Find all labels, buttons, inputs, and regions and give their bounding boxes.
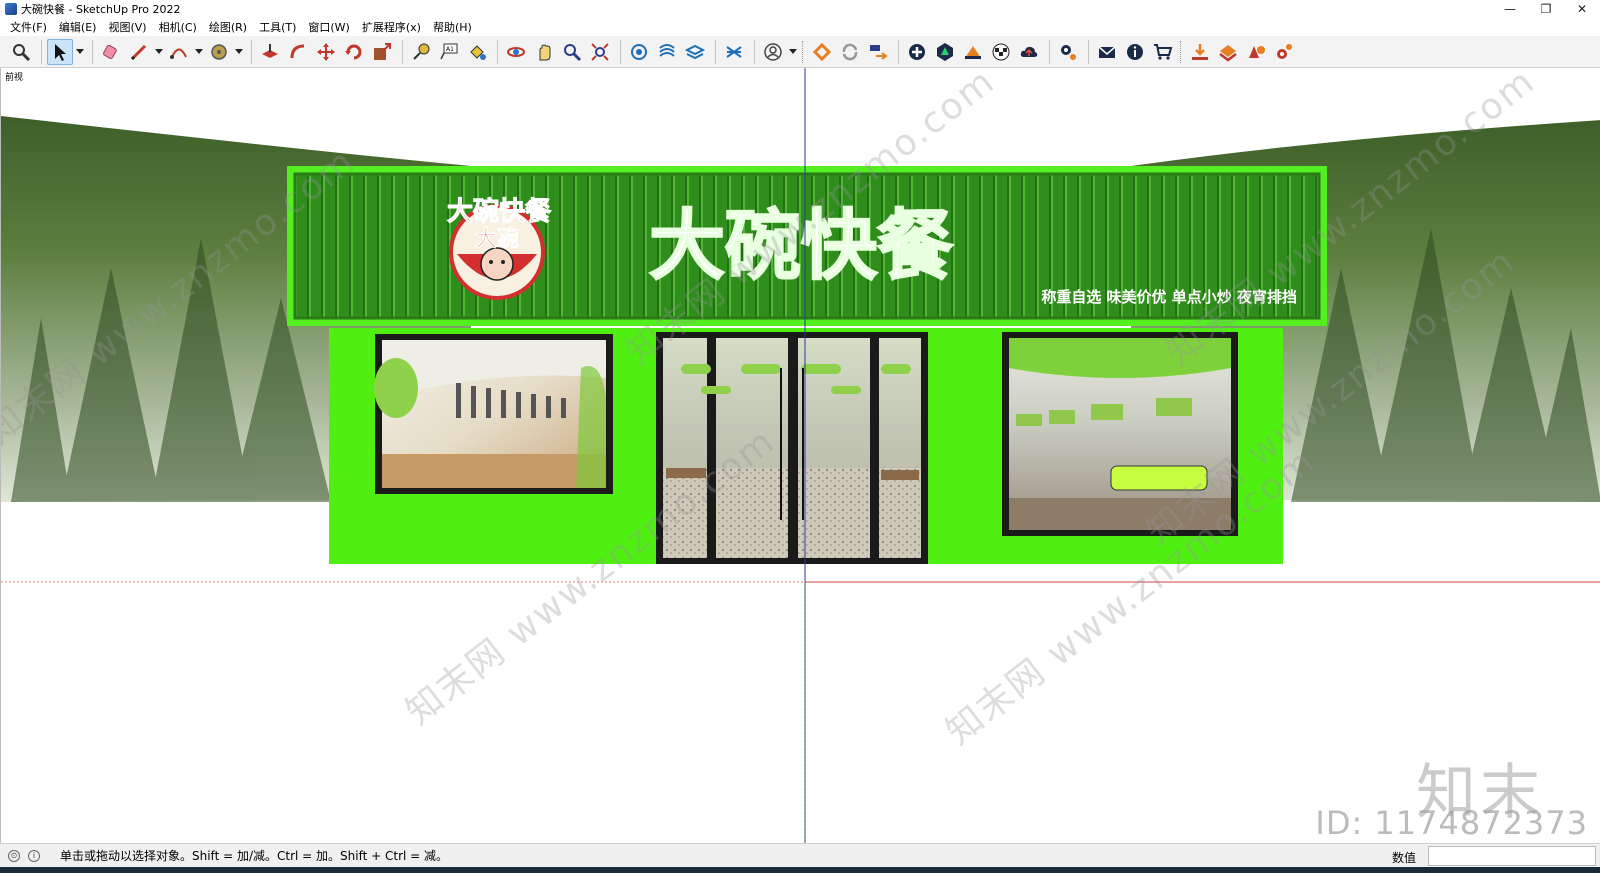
move-icon[interactable] bbox=[313, 39, 339, 65]
sketchup-app-icon bbox=[5, 3, 17, 15]
model-viewport[interactable]: 大碗 大碗快餐 大碗快餐 称重自选 味美价优 单点小炒 夜宵排挡 前视 知末网 … bbox=[0, 68, 1600, 843]
restore-button[interactable]: ❐ bbox=[1528, 0, 1564, 18]
menu-file[interactable]: 文件(F) bbox=[4, 19, 53, 35]
toolbar-grip bbox=[1180, 40, 1183, 63]
credits-icon[interactable]: i bbox=[28, 849, 40, 862]
upload-icon[interactable] bbox=[1215, 39, 1241, 65]
svg-text:A1: A1 bbox=[446, 46, 454, 53]
cloud-icon[interactable] bbox=[1016, 39, 1042, 65]
arc-dropdown-arrow[interactable] bbox=[194, 39, 204, 65]
toolbar-separator bbox=[251, 39, 252, 64]
sketchup-window: 大碗快餐 - SketchUp Pro 2022 — ❐ ✕ 文件(F) 编辑(… bbox=[0, 0, 1600, 873]
menu-window[interactable]: 窗口(W) bbox=[302, 19, 355, 35]
window-controls: — ❐ ✕ bbox=[1492, 0, 1600, 18]
measurements-label: 数值 bbox=[1392, 851, 1417, 865]
select-dropdown-arrow[interactable] bbox=[75, 39, 85, 65]
refresh-icon[interactable] bbox=[837, 39, 863, 65]
materials-icon[interactable] bbox=[654, 39, 680, 65]
checker-icon[interactable] bbox=[988, 39, 1014, 65]
export-icon[interactable] bbox=[865, 39, 891, 65]
geolocation-icon[interactable]: ⊙ bbox=[8, 849, 20, 862]
text-icon[interactable]: A1 bbox=[436, 39, 462, 65]
title-bar: 大碗快餐 - SketchUp Pro 2022 — ❐ ✕ bbox=[0, 0, 1600, 18]
menu-extensions[interactable]: 扩展程序(x) bbox=[356, 19, 427, 35]
settings-icon[interactable] bbox=[1055, 39, 1081, 65]
orbit-icon[interactable] bbox=[503, 39, 529, 65]
tape-icon[interactable] bbox=[408, 39, 434, 65]
close-button[interactable]: ✕ bbox=[1564, 0, 1600, 18]
logo-center-text: 大碗 bbox=[475, 226, 519, 252]
scene-label: 前视 bbox=[5, 73, 24, 83]
minimize-button[interactable]: — bbox=[1492, 0, 1528, 18]
measurements-input[interactable] bbox=[1428, 846, 1596, 866]
tree-icon[interactable] bbox=[932, 39, 958, 65]
menu-draw[interactable]: 绘图(R) bbox=[203, 19, 253, 35]
eraser-icon[interactable] bbox=[98, 39, 124, 65]
user-dropdown-arrow[interactable] bbox=[788, 39, 798, 65]
toolbar-separator bbox=[41, 39, 42, 64]
user-icon[interactable] bbox=[760, 39, 786, 65]
push-pull-icon[interactable] bbox=[257, 39, 283, 65]
toolbar-separator bbox=[754, 39, 755, 64]
brand-watermark-id: ID: 1174872373 bbox=[1315, 804, 1588, 842]
menu-bar: 文件(F) 编辑(E) 视图(V) 相机(C) 绘图(R) 工具(T) 窗口(W… bbox=[0, 18, 1600, 36]
section-icon[interactable] bbox=[960, 39, 986, 65]
menu-help[interactable]: 帮助(H) bbox=[427, 19, 478, 35]
circle-dropdown-arrow[interactable] bbox=[234, 39, 244, 65]
pencil-dropdown-arrow[interactable] bbox=[154, 39, 164, 65]
main-toolbar: A1 bbox=[0, 36, 1600, 68]
styles-icon[interactable] bbox=[682, 39, 708, 65]
toolbar-separator bbox=[715, 39, 716, 64]
plugin-b-icon[interactable] bbox=[1271, 39, 1297, 65]
zoom-extents-icon[interactable] bbox=[587, 39, 613, 65]
status-bar: ⊙ i 单击或拖动以选择对象。Shift = 加/减。Ctrl = 加。Shif… bbox=[0, 843, 1600, 867]
toolbar-separator bbox=[402, 39, 403, 64]
components-icon[interactable] bbox=[626, 39, 652, 65]
mail-icon[interactable] bbox=[1094, 39, 1120, 65]
select-icon[interactable] bbox=[47, 38, 73, 65]
menu-edit[interactable]: 编辑(E) bbox=[53, 19, 103, 35]
follow-me-icon[interactable] bbox=[285, 39, 311, 65]
scale-icon[interactable] bbox=[369, 39, 395, 65]
menu-view[interactable]: 视图(V) bbox=[102, 19, 152, 35]
paint-icon[interactable] bbox=[464, 39, 490, 65]
logo-top-text: 大碗快餐 bbox=[447, 196, 552, 227]
circle-icon[interactable] bbox=[206, 39, 232, 65]
pencil-icon[interactable] bbox=[126, 39, 152, 65]
toolbar-separator bbox=[1088, 39, 1089, 64]
toolbar-separator bbox=[497, 39, 498, 64]
toolbar-separator bbox=[620, 39, 621, 64]
rotate-icon[interactable] bbox=[341, 39, 367, 65]
layers-icon[interactable] bbox=[721, 39, 747, 65]
toolbar-separator bbox=[898, 39, 899, 64]
status-hint: 单击或拖动以选择对象。Shift = 加/减。Ctrl = 加。Shift + … bbox=[60, 849, 449, 863]
info-icon[interactable] bbox=[1122, 39, 1148, 65]
toolbar-separator bbox=[92, 39, 93, 64]
window-title: 大碗快餐 - SketchUp Pro 2022 bbox=[21, 3, 181, 16]
taskbar-strip bbox=[0, 867, 1600, 873]
toolbar-grip bbox=[802, 40, 805, 63]
menu-tools[interactable]: 工具(T) bbox=[253, 19, 302, 35]
pan-icon[interactable] bbox=[531, 39, 557, 65]
cart-icon[interactable] bbox=[1150, 39, 1176, 65]
download-icon[interactable] bbox=[1187, 39, 1213, 65]
zoom-window-icon[interactable] bbox=[559, 39, 585, 65]
plugin-a-icon[interactable] bbox=[1243, 39, 1269, 65]
warehouse-icon[interactable] bbox=[809, 39, 835, 65]
toolbar-separator bbox=[1049, 39, 1050, 64]
arc-icon[interactable] bbox=[166, 39, 192, 65]
menu-camera[interactable]: 相机(C) bbox=[153, 19, 203, 35]
zoom-icon[interactable] bbox=[8, 39, 34, 65]
add-icon[interactable] bbox=[904, 39, 930, 65]
